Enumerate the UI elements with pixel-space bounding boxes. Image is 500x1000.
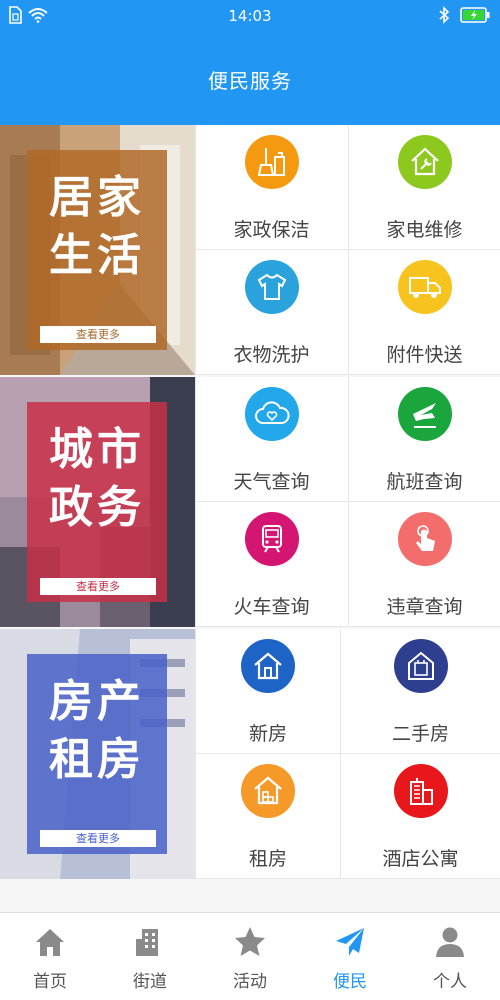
house-wrench-icon	[397, 135, 452, 189]
service-label: 航班查询	[386, 471, 463, 493]
banner-title-line2: 政务	[49, 482, 145, 533]
service-laundry[interactable]: 衣物洗护	[195, 250, 347, 375]
building-icon	[136, 929, 158, 956]
service-label: 附件快送	[386, 344, 463, 366]
service-grid: 天气查询 航班查询 火车查询 违章查询	[195, 377, 500, 627]
tab-activity[interactable]: 活动	[200, 913, 300, 1000]
rent-house-icon	[241, 764, 295, 818]
service-weather[interactable]: 天气查询	[195, 377, 347, 502]
header-bar: 便民服务	[0, 32, 500, 125]
status-time: 14:03	[228, 7, 272, 25]
service-second-hand-house[interactable]: 二手房	[340, 629, 500, 754]
banner-title-line1: 房产	[49, 676, 145, 727]
bluetooth-icon	[439, 6, 450, 24]
new-house-icon	[241, 639, 295, 693]
tab-convenience[interactable]: 便民	[300, 913, 400, 1000]
status-bar: 14:03	[0, 0, 500, 32]
banner-real-estate[interactable]: 房产 租房 查看更多	[0, 629, 195, 879]
service-label: 家政保洁	[233, 219, 310, 241]
second-hand-house-icon	[393, 639, 448, 693]
tab-label: 个人	[433, 972, 467, 992]
service-label: 新房	[248, 723, 287, 745]
tab-personal[interactable]: 个人	[400, 913, 500, 1000]
service-grid: 家政保洁 家电维修 衣物洗护 附件快送	[195, 125, 500, 375]
service-label: 违章查询	[386, 596, 463, 618]
cleaning-icon	[244, 135, 299, 189]
service-flight[interactable]: 航班查询	[348, 377, 500, 502]
section-city-affairs: 城市 政务 查看更多 天气查询 航班查询 火车查询 违章查询	[0, 377, 500, 627]
service-label: 天气查询	[233, 471, 310, 493]
view-more-button[interactable]: 查看更多	[40, 326, 156, 343]
paper-plane-icon	[336, 928, 364, 956]
service-housekeeping[interactable]: 家政保洁	[195, 125, 347, 250]
hand-tap-icon	[397, 512, 452, 566]
tshirt-icon	[244, 260, 299, 314]
hotel-building-icon	[393, 764, 448, 818]
battery-charging-icon	[460, 7, 490, 23]
delivery-truck-icon	[397, 260, 452, 314]
tab-label: 活动	[233, 972, 267, 992]
service-label: 火车查询	[233, 596, 310, 618]
tab-label: 便民	[333, 972, 367, 992]
service-label: 衣物洗护	[233, 344, 310, 366]
tab-home[interactable]: 首页	[0, 913, 100, 1000]
tab-label: 首页	[33, 972, 67, 992]
service-label: 酒店公寓	[382, 848, 459, 870]
service-appliance-repair[interactable]: 家电维修	[348, 125, 500, 250]
service-train[interactable]: 火车查询	[195, 502, 347, 627]
service-label: 家电维修	[386, 219, 463, 241]
page-title: 便民服务	[208, 69, 292, 93]
section-home-life: 居家 生活 查看更多 家政保洁 家电维修 衣物洗护 附件快送	[0, 125, 500, 375]
banner-city-affairs[interactable]: 城市 政务 查看更多	[0, 377, 195, 627]
service-delivery[interactable]: 附件快送	[348, 250, 500, 375]
banner-overlay: 城市 政务 查看更多	[27, 402, 167, 602]
tab-label: 街道	[133, 972, 167, 992]
service-new-house[interactable]: 新房	[195, 629, 340, 754]
banner-title-line2: 生活	[49, 230, 145, 281]
view-more-button[interactable]: 查看更多	[40, 578, 156, 595]
tab-street[interactable]: 街道	[100, 913, 200, 1000]
service-hotel-apartment[interactable]: 酒店公寓	[340, 754, 500, 879]
person-icon	[436, 927, 464, 957]
train-icon	[244, 512, 299, 566]
airplane-icon	[397, 387, 452, 441]
service-grid: 新房 二手房 租房 酒店公寓	[195, 629, 500, 879]
banner-title-line2: 租房	[49, 734, 145, 785]
banner-home-life[interactable]: 居家 生活 查看更多	[0, 125, 195, 375]
bottom-tab-bar: 首页 街道 活动 便民 个人	[0, 912, 500, 1000]
banner-title-line1: 居家	[49, 172, 145, 223]
section-real-estate: 房产 租房 查看更多 新房 二手房 租房 酒店公寓	[0, 629, 500, 879]
service-label: 二手房	[391, 723, 449, 745]
banner-overlay: 居家 生活 查看更多	[27, 150, 167, 350]
service-label: 租房	[248, 848, 287, 870]
banner-title-line1: 城市	[49, 424, 145, 475]
service-rent-house[interactable]: 租房	[195, 754, 340, 879]
service-violation[interactable]: 违章查询	[348, 502, 500, 627]
home-icon	[36, 929, 64, 956]
weather-cloud-icon	[244, 387, 299, 441]
star-icon	[235, 927, 265, 956]
view-more-button[interactable]: 查看更多	[40, 830, 156, 847]
banner-overlay: 房产 租房 查看更多	[27, 654, 167, 854]
